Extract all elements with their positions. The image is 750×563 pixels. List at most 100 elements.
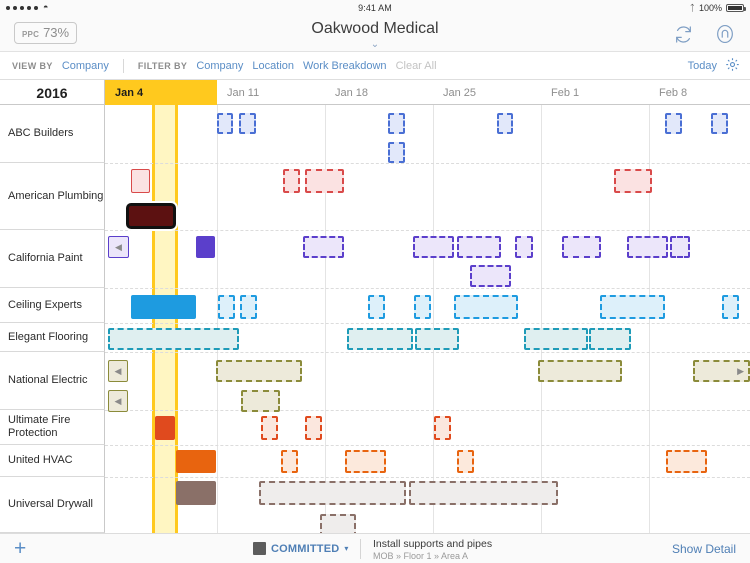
row-label-national-electric[interactable]: National Electric	[0, 352, 105, 410]
view-by-label: VIEW BY	[12, 60, 53, 71]
universal-drywall-task-4[interactable]	[320, 514, 356, 533]
clear-all-button[interactable]: Clear All	[396, 60, 437, 72]
plus-icon[interactable]: +	[14, 538, 26, 559]
bottom-toolbar: + COMMITTED ▾ Install supports and pipes…	[0, 533, 750, 563]
row-separator	[105, 163, 750, 164]
gear-icon[interactable]	[725, 57, 740, 75]
united-hvac-task-4[interactable]	[457, 450, 474, 473]
california-paint-task-8[interactable]	[670, 236, 690, 258]
california-paint-task-6[interactable]	[562, 236, 601, 258]
national-electric-task-4[interactable]: ▶	[693, 360, 750, 382]
row-label-american-plumbing[interactable]: American Plumbing	[0, 163, 105, 230]
gantt-grid[interactable]: ABC Builders American Plumbing California …	[0, 105, 750, 533]
national-electric-task-2[interactable]	[241, 390, 280, 412]
ultimate-fire-task-4[interactable]	[434, 416, 451, 440]
california-paint-task-7[interactable]	[627, 236, 668, 258]
american-plumbing-task-3[interactable]	[305, 169, 344, 193]
universal-drywall-task-1[interactable]	[176, 481, 216, 505]
week-column-header-jan-11[interactable]: Jan 11	[217, 80, 325, 105]
national-electric-task-3[interactable]	[538, 360, 622, 382]
row-label-text: United HVAC	[8, 454, 73, 466]
ultimate-fire-task-3[interactable]	[305, 416, 322, 440]
week-column-header-jan-4[interactable]: Jan 4	[105, 80, 217, 105]
abc-builders-task-2[interactable]	[239, 113, 256, 134]
today-button[interactable]: Today	[688, 60, 717, 72]
chevron-down-icon: ▾	[344, 544, 349, 553]
account-icon[interactable]	[712, 21, 738, 47]
week-column-header-feb-8[interactable]: Feb 8	[649, 80, 750, 105]
view-by-company-button[interactable]: Company	[62, 60, 109, 72]
united-hvac-task-1[interactable]	[176, 450, 216, 473]
refresh-icon[interactable]	[670, 21, 696, 47]
california-paint-task-9[interactable]	[470, 265, 511, 287]
ultimate-fire-task-2[interactable]	[261, 416, 278, 440]
ceiling-experts-task-1[interactable]	[131, 295, 196, 319]
california-paint-task-2[interactable]	[303, 236, 344, 258]
california-paint-continued-left[interactable]: ◀	[108, 236, 129, 258]
california-paint-task-5[interactable]	[515, 236, 533, 258]
ceiling-experts-task-3[interactable]	[240, 295, 257, 319]
row-label-text: Elegant Flooring	[8, 330, 89, 343]
ceiling-experts-task-4[interactable]	[368, 295, 385, 319]
california-paint-task-3[interactable]	[413, 236, 454, 258]
elegant-flooring-task-2[interactable]	[347, 328, 413, 350]
row-label-abc-builders[interactable]: ABC Builders	[0, 105, 105, 163]
week-column-header-jan-25[interactable]: Jan 25	[433, 80, 541, 105]
american-plumbing-task-1[interactable]	[131, 169, 150, 193]
filter-location-button[interactable]: Location	[252, 60, 294, 72]
abc-builders-task-1[interactable]	[217, 113, 233, 134]
national-electric-task-1[interactable]	[216, 360, 302, 382]
ceiling-experts-task-2[interactable]	[218, 295, 235, 319]
timeline-year: 2016	[0, 80, 105, 105]
california-paint-task-4[interactable]	[457, 236, 501, 258]
row-label-elegant-flooring[interactable]: Elegant Flooring	[0, 323, 105, 352]
universal-drywall-task-2[interactable]	[259, 481, 406, 505]
filter-work-breakdown-button[interactable]: Work Breakdown	[303, 60, 387, 72]
today-marker-line-left	[152, 105, 155, 533]
selected-task-info: Install supports and pipes MOB » Floor 1…	[373, 538, 492, 561]
row-separator	[105, 288, 750, 289]
filter-right-group: Today	[688, 57, 740, 75]
ios-status-bar: ◓ 9:41 AM ᛏ 100%	[0, 0, 750, 16]
row-label-california-paint[interactable]: California Paint	[0, 230, 105, 288]
selected-task-bar[interactable]	[126, 203, 176, 229]
universal-drywall-task-3[interactable]	[409, 481, 558, 505]
row-label-ceiling-experts[interactable]: Ceiling Experts	[0, 288, 105, 323]
abc-builders-task-3[interactable]	[388, 113, 405, 134]
elegant-flooring-task-1[interactable]	[108, 328, 239, 350]
national-electric-continued-1[interactable]: ◀	[108, 360, 128, 382]
abc-builders-task-4[interactable]	[388, 142, 405, 163]
ceiling-experts-task-6[interactable]	[454, 295, 518, 319]
abc-builders-task-7[interactable]	[711, 113, 728, 134]
elegant-flooring-task-3[interactable]	[415, 328, 459, 350]
abc-builders-task-6[interactable]	[665, 113, 682, 134]
chevron-down-icon[interactable]: ⌄	[0, 40, 750, 50]
united-hvac-task-5[interactable]	[666, 450, 707, 473]
national-electric-continued-2[interactable]: ◀	[108, 390, 128, 412]
elegant-flooring-task-4[interactable]	[524, 328, 588, 350]
task-name: Install supports and pipes	[373, 538, 493, 550]
row-separator	[105, 410, 750, 411]
united-hvac-task-3[interactable]	[345, 450, 386, 473]
ceiling-experts-task-8[interactable]	[722, 295, 739, 319]
show-detail-button[interactable]: Show Detail	[672, 542, 736, 556]
american-plumbing-task-2[interactable]	[283, 169, 300, 193]
ceiling-experts-task-5[interactable]	[414, 295, 431, 319]
elegant-flooring-task-5[interactable]	[589, 328, 631, 350]
ceiling-experts-task-7[interactable]	[600, 295, 665, 319]
american-plumbing-task-4[interactable]	[614, 169, 652, 193]
row-label-united-hvac[interactable]: United HVAC	[0, 445, 105, 477]
plan-state-selector[interactable]: COMMITTED ▾	[253, 542, 348, 555]
grid-vline	[433, 105, 434, 533]
row-label-ultimate-fire-protection[interactable]: Ultimate Fire Protection	[0, 410, 105, 445]
abc-builders-task-5[interactable]	[497, 113, 513, 134]
ultimate-fire-task-1[interactable]	[155, 416, 175, 440]
filter-company-button[interactable]: Company	[196, 60, 243, 72]
grid-vline	[217, 105, 218, 533]
week-column-header-feb-1[interactable]: Feb 1	[541, 80, 649, 105]
row-label-text: ABC Builders	[8, 127, 74, 139]
week-column-header-jan-18[interactable]: Jan 18	[325, 80, 433, 105]
row-label-universal-drywall[interactable]: Universal Drywall	[0, 477, 105, 533]
california-paint-task-1[interactable]	[196, 236, 215, 258]
united-hvac-task-2[interactable]	[281, 450, 298, 473]
